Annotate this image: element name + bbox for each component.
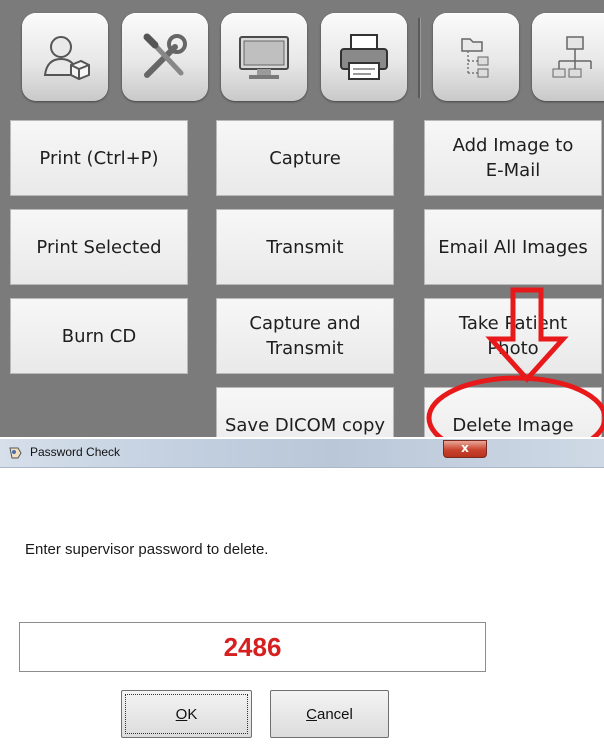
print-selected-button[interactable]: Print Selected: [10, 209, 188, 285]
print-toolbar-button[interactable]: [321, 13, 407, 101]
user-button[interactable]: [22, 13, 108, 101]
take-patient-photo-button[interactable]: Take Patient Photo: [424, 298, 602, 374]
ok-button[interactable]: OK: [121, 690, 252, 738]
cancel-button[interactable]: Cancel: [270, 690, 389, 738]
delete-image-button[interactable]: Delete Image: [424, 387, 602, 437]
dialog-title: Password Check: [30, 445, 121, 459]
password-input[interactable]: 2486: [19, 622, 486, 672]
folder-tree-icon: [461, 38, 489, 78]
capture-button[interactable]: Capture: [216, 120, 394, 196]
tools-icon: [143, 33, 187, 78]
burn-cd-button[interactable]: Burn CD: [10, 298, 188, 374]
toolbar-separator: [418, 18, 421, 98]
network-button[interactable]: [532, 13, 604, 101]
app-icon: [9, 447, 22, 459]
print-button[interactable]: Print (Ctrl+P): [10, 120, 188, 196]
app-action-panel: Print (Ctrl+P) Capture Add Image to E-Ma…: [0, 0, 604, 437]
cancel-mnemonic: C: [306, 705, 317, 723]
add-image-to-email-button[interactable]: Add Image to E-Mail: [424, 120, 602, 196]
save-dicom-copy-button[interactable]: Save DICOM copy: [216, 387, 394, 437]
capture-and-transmit-button[interactable]: Capture and Transmit: [216, 298, 394, 374]
ok-label-rest: K: [187, 705, 198, 723]
user-icon: [43, 36, 90, 81]
network-icon: [552, 36, 592, 78]
close-button[interactable]: x: [443, 440, 487, 458]
ok-mnemonic: O: [175, 705, 188, 723]
email-all-images-button[interactable]: Email All Images: [424, 209, 602, 285]
dialog-prompt: Enter supervisor password to delete.: [25, 541, 269, 558]
display-button[interactable]: [221, 13, 307, 101]
transmit-button[interactable]: Transmit: [216, 209, 394, 285]
cancel-label-rest: ancel: [316, 705, 353, 723]
monitor-icon: [239, 36, 289, 79]
settings-button[interactable]: [122, 13, 208, 101]
dialog-titlebar[interactable]: Password Check x: [0, 439, 604, 468]
browse-button[interactable]: [433, 13, 519, 101]
printer-icon: [340, 34, 388, 80]
